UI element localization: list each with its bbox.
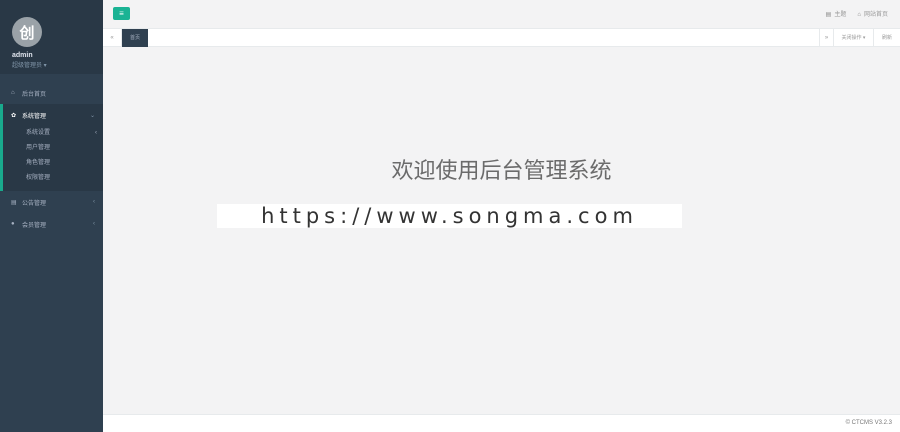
chevron-left-icon: ‹ — [93, 199, 95, 205]
content-tabs-bar: « 首页 » 关闭操作 ▾ 刷新 — [103, 29, 900, 47]
main-content: 欢迎使用后台管理系统 https://www.songma.com — [103, 47, 900, 414]
theme-icon: ▤ — [825, 12, 832, 18]
profile-panel: 创 admin 超级管理员 ▾ — [0, 0, 103, 74]
tab-scroll-left-button[interactable]: « — [103, 29, 122, 47]
user-icon: ● — [11, 221, 15, 227]
footer: © CTCMS V3.2.3 — [103, 414, 900, 432]
sidebar-nav: ⌂ 后台首页 ✿ 系统管理 ⌄ 系统设置 ‹ 用户管理 角色管理 权限管理 ▤ … — [0, 82, 103, 235]
sidebar-subitem-label: 系统设置 — [26, 130, 51, 136]
chevron-left-icon: ‹ — [93, 221, 95, 227]
chevron-left-icon: ‹ — [95, 130, 97, 136]
sidebar-subitem-settings[interactable]: 系统设置 ‹ — [3, 126, 103, 141]
sidebar-submenu: 系统设置 ‹ 用户管理 角色管理 权限管理 — [3, 126, 103, 191]
sidebar-subitem-permissions[interactable]: 权限管理 — [3, 171, 103, 186]
site-home-link[interactable]: ⌂ 网站首页 — [857, 9, 888, 18]
sidebar-item-label: 后台首页 — [22, 91, 47, 98]
sidebar-item-home[interactable]: ⌂ 后台首页 — [0, 82, 103, 104]
theme-link[interactable]: ▤ 主题 — [826, 9, 847, 18]
tab-close-operations-dropdown[interactable]: 关闭操作 ▾ — [833, 29, 873, 47]
site-home-label: 网站首页 — [863, 12, 888, 18]
sidebar-item-label: 公告管理 — [22, 200, 47, 207]
sidebar-subitem-roles[interactable]: 角色管理 — [3, 156, 103, 171]
sidebar-item-notices[interactable]: ▤ 公告管理 ‹ — [0, 191, 103, 213]
watermark-url: https://www.songma.com — [217, 204, 682, 228]
welcome-heading: 欢迎使用后台管理系统 — [391, 159, 612, 184]
tab-scroll-right-button[interactable]: » — [819, 29, 833, 47]
profile-role-dropdown[interactable]: 超级管理员 ▾ — [12, 60, 47, 69]
sidebar-item-label: 会员管理 — [22, 222, 47, 229]
sidebar-item-members[interactable]: ● 会员管理 ‹ — [0, 213, 103, 235]
notice-icon: ▤ — [11, 199, 17, 206]
top-right-links: ▤ 主题 ⌂ 网站首页 — [826, 9, 888, 18]
footer-copyright: © CTCMS V3.2.3 — [845, 420, 892, 426]
sidebar-item-label: 系统管理 — [22, 113, 47, 120]
home-icon: ⌂ — [11, 90, 15, 96]
tab-refresh-button[interactable]: 刷新 — [873, 29, 900, 47]
theme-label: 主题 — [834, 12, 847, 18]
gear-icon: ✿ — [11, 112, 17, 119]
chevron-down-icon: ⌄ — [89, 112, 95, 119]
menu-toggle-button[interactable]: ≡ — [113, 7, 130, 20]
profile-username: admin — [12, 52, 33, 59]
top-navbar: ≡ ▤ 主题 ⌂ 网站首页 — [103, 0, 900, 29]
home-icon: ⌂ — [857, 12, 861, 18]
sidebar-group-system: ✿ 系统管理 ⌄ 系统设置 ‹ 用户管理 角色管理 权限管理 — [0, 104, 103, 191]
sidebar: 创 admin 超级管理员 ▾ ⌂ 后台首页 ✿ 系统管理 ⌄ 系统设置 ‹ 用… — [0, 0, 103, 432]
tab-home[interactable]: 首页 — [122, 29, 148, 47]
sidebar-subitem-users[interactable]: 用户管理 — [3, 141, 103, 156]
avatar[interactable]: 创 — [12, 17, 42, 47]
sidebar-item-system[interactable]: ✿ 系统管理 ⌄ — [3, 104, 103, 126]
